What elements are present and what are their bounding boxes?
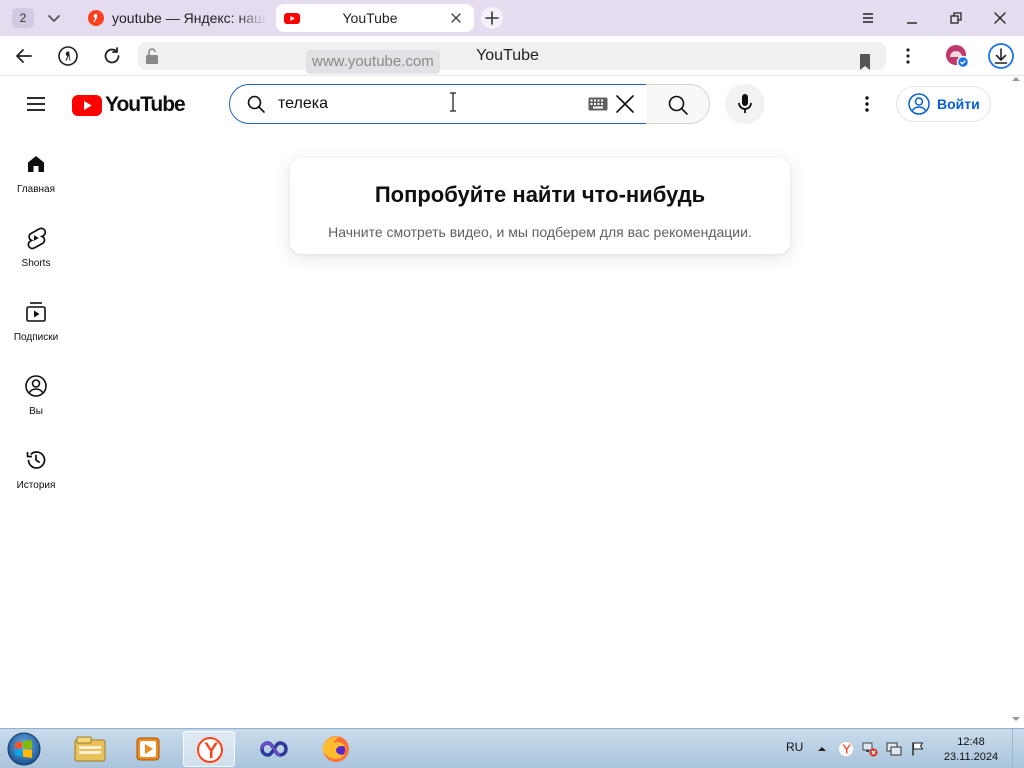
- show-desktop-button[interactable]: [1012, 729, 1024, 768]
- browser-tab-strip: 2 youtube — Яндекс: нашло YouTube: [0, 0, 1024, 36]
- prompt-subtitle: Начните смотреть видео, и мы подберем дл…: [328, 224, 752, 240]
- restore-icon[interactable]: [944, 6, 968, 30]
- network-disconnected-icon[interactable]: [862, 741, 878, 757]
- chevron-down-icon[interactable]: [42, 6, 66, 30]
- sidebar-item-label: История: [16, 480, 56, 491]
- sidebar-item-label: Вы: [29, 406, 43, 417]
- sign-in-button[interactable]: Войти: [896, 86, 991, 122]
- sidebar-item-subscriptions[interactable]: Подписки: [4, 300, 68, 364]
- clock-date: 23.11.2024: [943, 751, 999, 763]
- display-tray-icon[interactable]: [886, 741, 902, 757]
- search-input[interactable]: [278, 91, 578, 117]
- keyboard-language[interactable]: RU: [786, 740, 803, 754]
- home-icon: [28, 156, 44, 172]
- tray-expand-icon[interactable]: [814, 741, 830, 757]
- close-window-icon[interactable]: [988, 6, 1012, 30]
- you-icon: [25, 375, 47, 397]
- scroll-up-arrow-icon[interactable]: [1010, 74, 1022, 84]
- sidebar-item-history[interactable]: История: [4, 448, 68, 512]
- clock-time: 12:48: [957, 736, 985, 748]
- sidebar-item-home[interactable]: Главная: [4, 152, 68, 216]
- windows-taskbar: RU 12:48 23.11.2024: [0, 728, 1024, 768]
- start-button-icon[interactable]: [4, 731, 44, 767]
- tab-youtube[interactable]: YouTube: [276, 4, 474, 32]
- taskbar-media-player[interactable]: [122, 731, 174, 767]
- sidebar-item-label: Подписки: [13, 332, 59, 343]
- lock-icon[interactable]: [142, 44, 162, 68]
- back-icon[interactable]: [12, 44, 36, 68]
- search-box[interactable]: [229, 84, 647, 124]
- prompt-title: Попробуйте найти что-нибудь: [374, 182, 706, 207]
- yandex-tray-icon[interactable]: [838, 741, 854, 757]
- bookmark-icon[interactable]: [855, 50, 875, 74]
- tab-counter[interactable]: 2: [12, 8, 34, 28]
- search-button[interactable]: [646, 84, 710, 124]
- browser-menu-icon[interactable]: [856, 6, 880, 30]
- yandex-favicon-icon: [88, 10, 104, 26]
- logo-text: YouTube: [105, 93, 186, 116]
- taskbar-yandex-browser[interactable]: [183, 731, 235, 767]
- settings-more-icon[interactable]: [855, 92, 879, 116]
- sidebar-item-label: Shorts: [21, 258, 51, 269]
- new-tab-icon[interactable]: [481, 7, 503, 29]
- yandex-browser-icon: [195, 735, 225, 765]
- keyboard-icon[interactable]: [588, 97, 608, 111]
- sidebar-item-label: Главная: [16, 184, 56, 195]
- sidebar-item-you[interactable]: Вы: [4, 374, 68, 438]
- taskbar-file-explorer[interactable]: [64, 731, 116, 767]
- sidebar-item-shorts[interactable]: Shorts: [4, 226, 68, 290]
- tab-yandex-search[interactable]: youtube — Яндекс: нашло: [80, 4, 266, 32]
- minimize-icon[interactable]: [900, 6, 924, 30]
- system-clock[interactable]: 12:48 23.11.2024: [936, 735, 1006, 765]
- text-cursor-icon: [450, 92, 456, 112]
- infinity-app-icon: [260, 741, 288, 757]
- account-circle-icon: [908, 93, 930, 115]
- url-host: www.youtube.com: [306, 50, 440, 74]
- history-icon: [26, 451, 46, 469]
- voice-search-button[interactable]: [725, 84, 765, 124]
- microphone-icon: [738, 94, 752, 113]
- empty-feed-prompt-card: Попробуйте найти что-нибудь Начните смот…: [290, 158, 790, 254]
- more-options-icon[interactable]: [896, 44, 920, 68]
- page-title: YouTube: [476, 47, 539, 64]
- reload-icon[interactable]: [100, 44, 124, 68]
- youtube-favicon-icon: [284, 13, 300, 24]
- search-icon: [668, 95, 688, 115]
- search-icon: [247, 95, 265, 113]
- tab-title: YouTube: [342, 10, 398, 26]
- taskbar-firefox[interactable]: [310, 731, 362, 767]
- subscriptions-icon: [26, 302, 46, 322]
- downloads-icon[interactable]: [987, 42, 1015, 70]
- sign-in-label: Войти: [937, 96, 980, 112]
- action-center-flag-icon[interactable]: [910, 741, 926, 757]
- media-player-icon: [136, 737, 160, 761]
- profile-avatar-icon[interactable]: [944, 43, 970, 69]
- clear-search-icon[interactable]: [614, 93, 636, 115]
- youtube-play-icon: [72, 94, 102, 116]
- youtube-logo[interactable]: YouTube: [72, 93, 186, 117]
- yandex-home-icon[interactable]: [56, 44, 80, 68]
- taskbar-infinity-app[interactable]: [248, 731, 300, 767]
- hamburger-menu-icon[interactable]: [24, 92, 48, 116]
- scroll-down-arrow-icon[interactable]: [1010, 714, 1022, 724]
- firefox-icon: [322, 736, 349, 762]
- file-explorer-icon: [74, 736, 106, 762]
- close-tab-icon[interactable]: [448, 10, 464, 26]
- shorts-icon: [27, 227, 47, 250]
